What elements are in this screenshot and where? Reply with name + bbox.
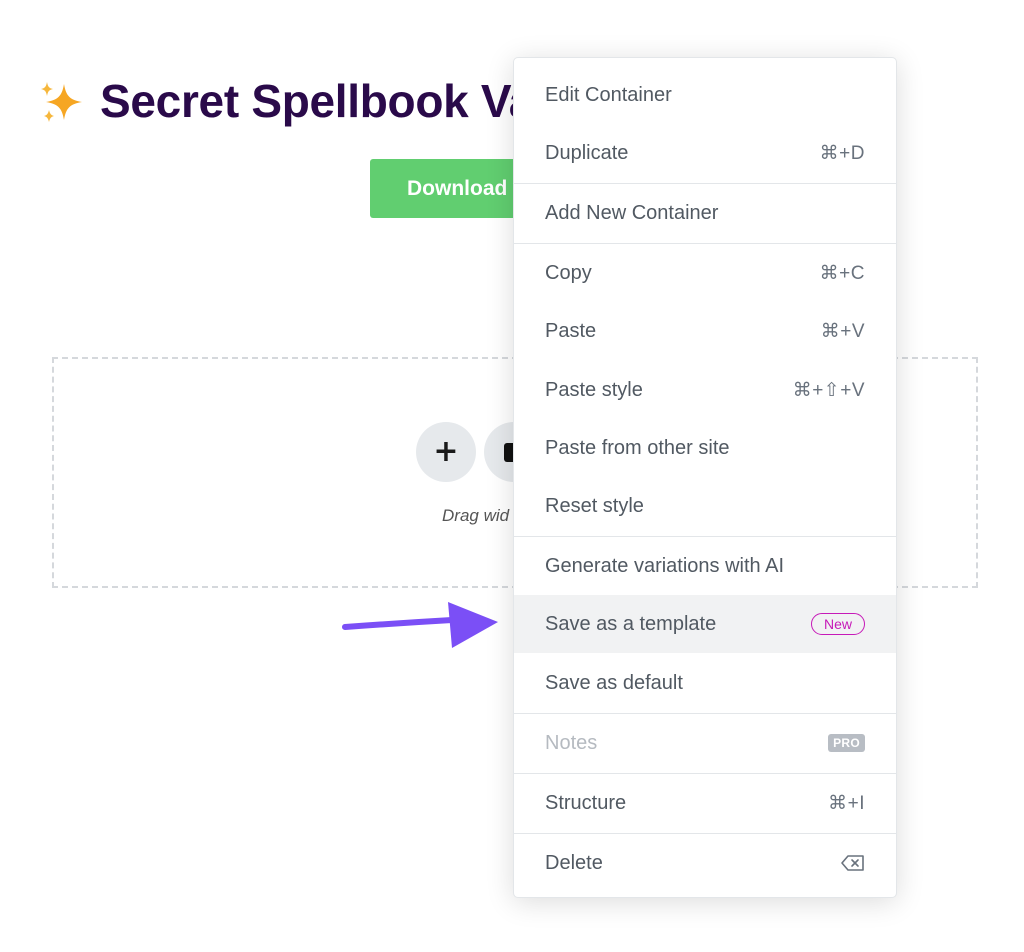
menu-item-copy[interactable]: Copy ⌘+C	[514, 244, 896, 302]
sparkles-icon	[41, 82, 82, 122]
add-element-button[interactable]: +	[416, 422, 476, 482]
menu-item-reset-style[interactable]: Reset style	[514, 477, 896, 535]
menu-item-delete[interactable]: Delete	[514, 834, 896, 892]
menu-item-label: Paste style	[545, 378, 643, 401]
menu-item-label: Copy	[545, 261, 592, 284]
menu-item-label: Duplicate	[545, 141, 629, 164]
menu-item-label: Generate variations with AI	[545, 554, 785, 577]
menu-item-label: Save as default	[545, 671, 683, 694]
plus-icon: +	[433, 434, 459, 469]
menu-item-label: Structure	[545, 791, 627, 814]
menu-item-paste-style[interactable]: Paste style ⌘+⇧+V	[514, 361, 896, 419]
menu-item-shortcut: ⌘+⇧+V	[792, 379, 865, 401]
menu-item-shortcut: ⌘+I	[828, 792, 865, 814]
menu-item-label: Paste	[545, 319, 597, 342]
menu-item-shortcut: ⌘+D	[819, 142, 865, 164]
menu-item-label: Notes	[545, 731, 598, 754]
menu-item-label: Save as a template	[545, 612, 717, 635]
menu-item-structure[interactable]: Structure ⌘+I	[514, 774, 896, 832]
menu-item-label: Delete	[545, 851, 603, 874]
download-button[interactable]: Download	[370, 159, 520, 218]
drag-widget-hint: Drag wid	[442, 506, 510, 525]
menu-item-paste[interactable]: Paste ⌘+V	[514, 302, 896, 360]
new-badge: New	[810, 613, 865, 635]
clear-key-icon	[841, 855, 864, 871]
menu-item-shortcut: ⌘+V	[820, 320, 865, 342]
menu-item-save-as-template[interactable]: Save as a template New	[514, 595, 896, 653]
menu-item-label: Edit Container	[545, 83, 672, 106]
pro-badge: PRO	[828, 734, 865, 752]
arrow-right-icon	[342, 602, 498, 648]
menu-item-label: Reset style	[545, 494, 644, 517]
menu-item-edit-container[interactable]: Edit Container	[514, 66, 896, 124]
menu-item-save-as-default[interactable]: Save as default	[514, 654, 896, 712]
menu-item-paste-from-other-site[interactable]: Paste from other site	[514, 419, 896, 477]
menu-item-label: Add New Container	[545, 201, 719, 224]
menu-item-add-new-container[interactable]: Add New Container	[514, 184, 896, 242]
menu-item-generate-variations-ai[interactable]: Generate variations with AI	[514, 537, 896, 595]
menu-item-duplicate[interactable]: Duplicate ⌘+D	[514, 124, 896, 182]
menu-item-notes: Notes PRO	[514, 714, 896, 772]
menu-item-label: Paste from other site	[545, 436, 730, 459]
context-menu: Edit Container Duplicate ⌘+D Add New Con…	[513, 57, 897, 898]
page-title: Secret Spellbook Va	[100, 75, 535, 127]
menu-item-shortcut: ⌘+C	[819, 262, 865, 284]
